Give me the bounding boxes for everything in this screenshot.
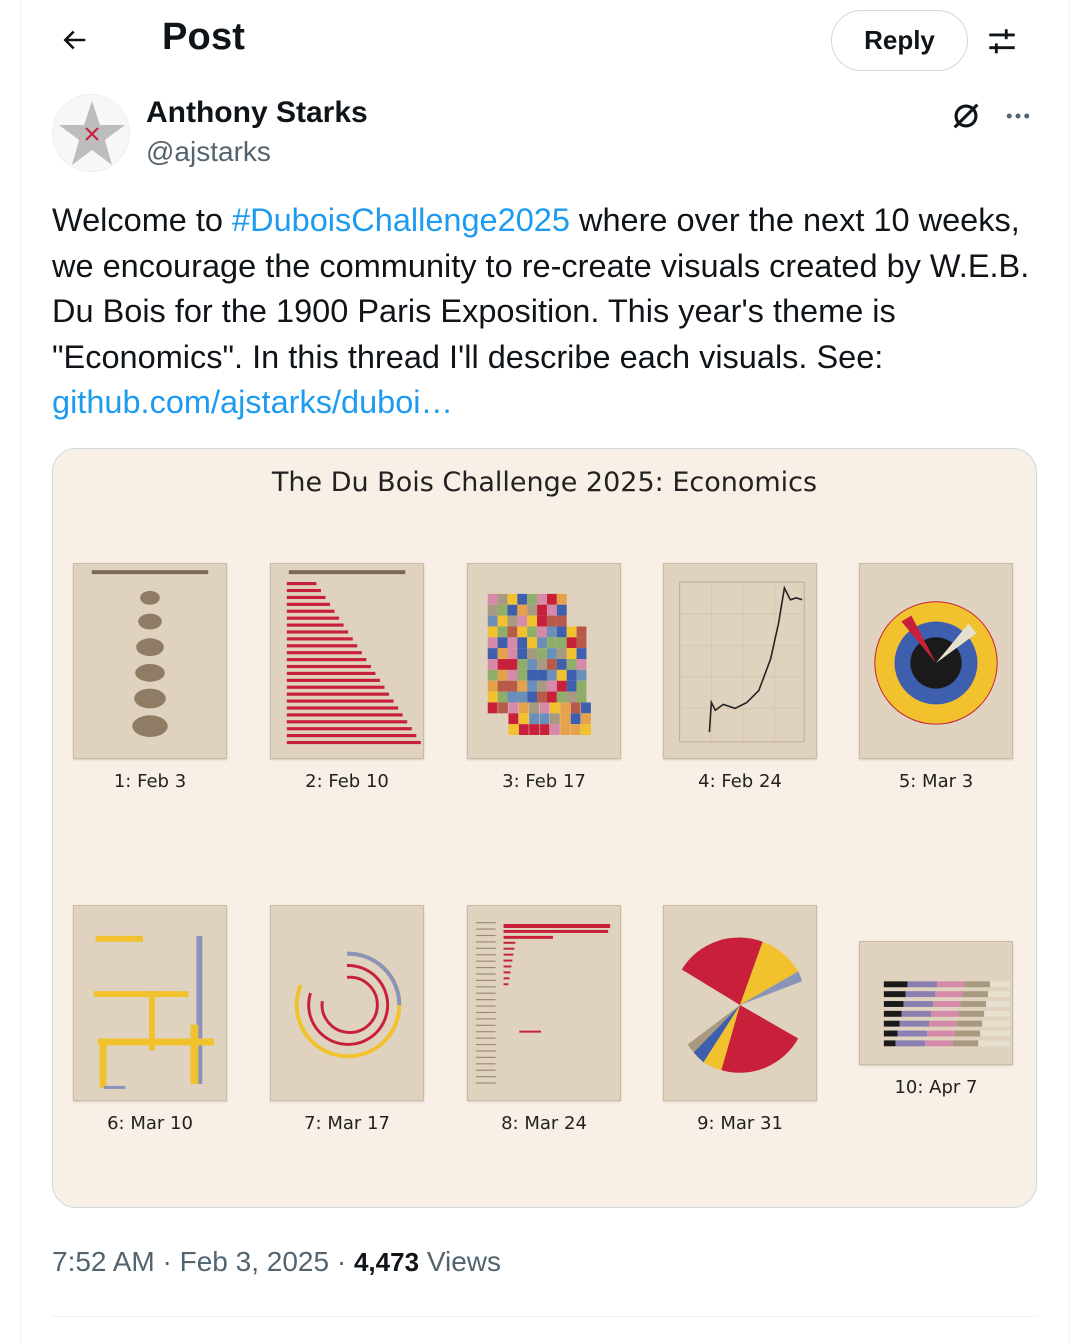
thumbnail-caption: 1: Feb 3 bbox=[113, 771, 187, 792]
star-avatar-icon bbox=[59, 101, 125, 165]
author-name[interactable]: Anthony Starks bbox=[146, 96, 368, 130]
thumbnail-2-acres-of-land bbox=[270, 563, 424, 759]
reply-button[interactable]: Reply bbox=[831, 10, 968, 71]
tweet-text: Welcome to #DuboisChallenge2025 where ov… bbox=[52, 198, 1037, 426]
thumbnail-caption: 9: Mar 31 bbox=[697, 1113, 783, 1134]
thumbnail-10-income-expenditure bbox=[859, 941, 1013, 1065]
thumbnail-caption: 5: Mar 3 bbox=[898, 771, 974, 792]
sliders-icon bbox=[989, 29, 1015, 54]
thumbnail-caption: 2: Feb 10 bbox=[305, 771, 389, 792]
arrow-left-icon bbox=[63, 30, 86, 50]
more-horizontal-icon bbox=[1006, 113, 1030, 119]
thumbnail-5-circular bbox=[859, 563, 1013, 759]
thumbnail-6-property-cities bbox=[73, 905, 227, 1101]
meta-separator: · bbox=[154, 1246, 180, 1277]
tweet-text-part: Welcome to bbox=[52, 202, 233, 238]
hashtag-link[interactable]: #DuboisChallenge2025 bbox=[232, 202, 570, 238]
thumbnail-9-pie-occupations bbox=[663, 905, 817, 1101]
thumbnail-3-georgia-map bbox=[467, 563, 621, 759]
post-meta: 7:52 AM · Feb 3, 2025 · 4,473 Views bbox=[52, 1246, 501, 1278]
thumbnail-8-occupations bbox=[467, 905, 621, 1101]
thumbnail-1-land-value bbox=[73, 563, 227, 759]
thumbnail-7-spiral bbox=[270, 905, 424, 1101]
meta-separator: · bbox=[329, 1246, 354, 1277]
avatar[interactable] bbox=[52, 94, 130, 172]
post-time[interactable]: 7:52 AM bbox=[52, 1246, 155, 1277]
thumbnail-caption: 10: Apr 7 bbox=[894, 1077, 978, 1098]
thumbnail-caption: 7: Mar 17 bbox=[304, 1113, 390, 1134]
thumbnail-caption: 4: Feb 24 bbox=[698, 771, 782, 792]
grok-button[interactable] bbox=[944, 94, 988, 138]
back-button[interactable] bbox=[52, 18, 96, 62]
adjust-button[interactable] bbox=[980, 20, 1024, 64]
post-date[interactable]: Feb 3, 2025 bbox=[180, 1246, 329, 1277]
page-title: Post bbox=[162, 16, 246, 58]
views-label: Views bbox=[419, 1246, 502, 1277]
url-link[interactable]: github.com/ajstarks/duboi… bbox=[52, 384, 453, 420]
grok-icon bbox=[953, 103, 979, 129]
author-handle[interactable]: @ajstarks bbox=[146, 136, 271, 168]
divider bbox=[52, 1316, 1037, 1317]
views-count: 4,473 bbox=[353, 1247, 420, 1277]
thumbnail-caption: 3: Feb 17 bbox=[502, 771, 586, 792]
media-image[interactable]: The Du Bois Challenge 2025: Economics 1:… bbox=[52, 448, 1037, 1208]
thumbnail-caption: 6: Mar 10 bbox=[107, 1113, 193, 1134]
media-title: The Du Bois Challenge 2025: Economics bbox=[271, 467, 818, 498]
thumbnail-4-line-chart bbox=[663, 563, 817, 759]
thumbnail-caption: 8: Mar 24 bbox=[501, 1113, 587, 1134]
more-options-button[interactable] bbox=[996, 94, 1040, 138]
